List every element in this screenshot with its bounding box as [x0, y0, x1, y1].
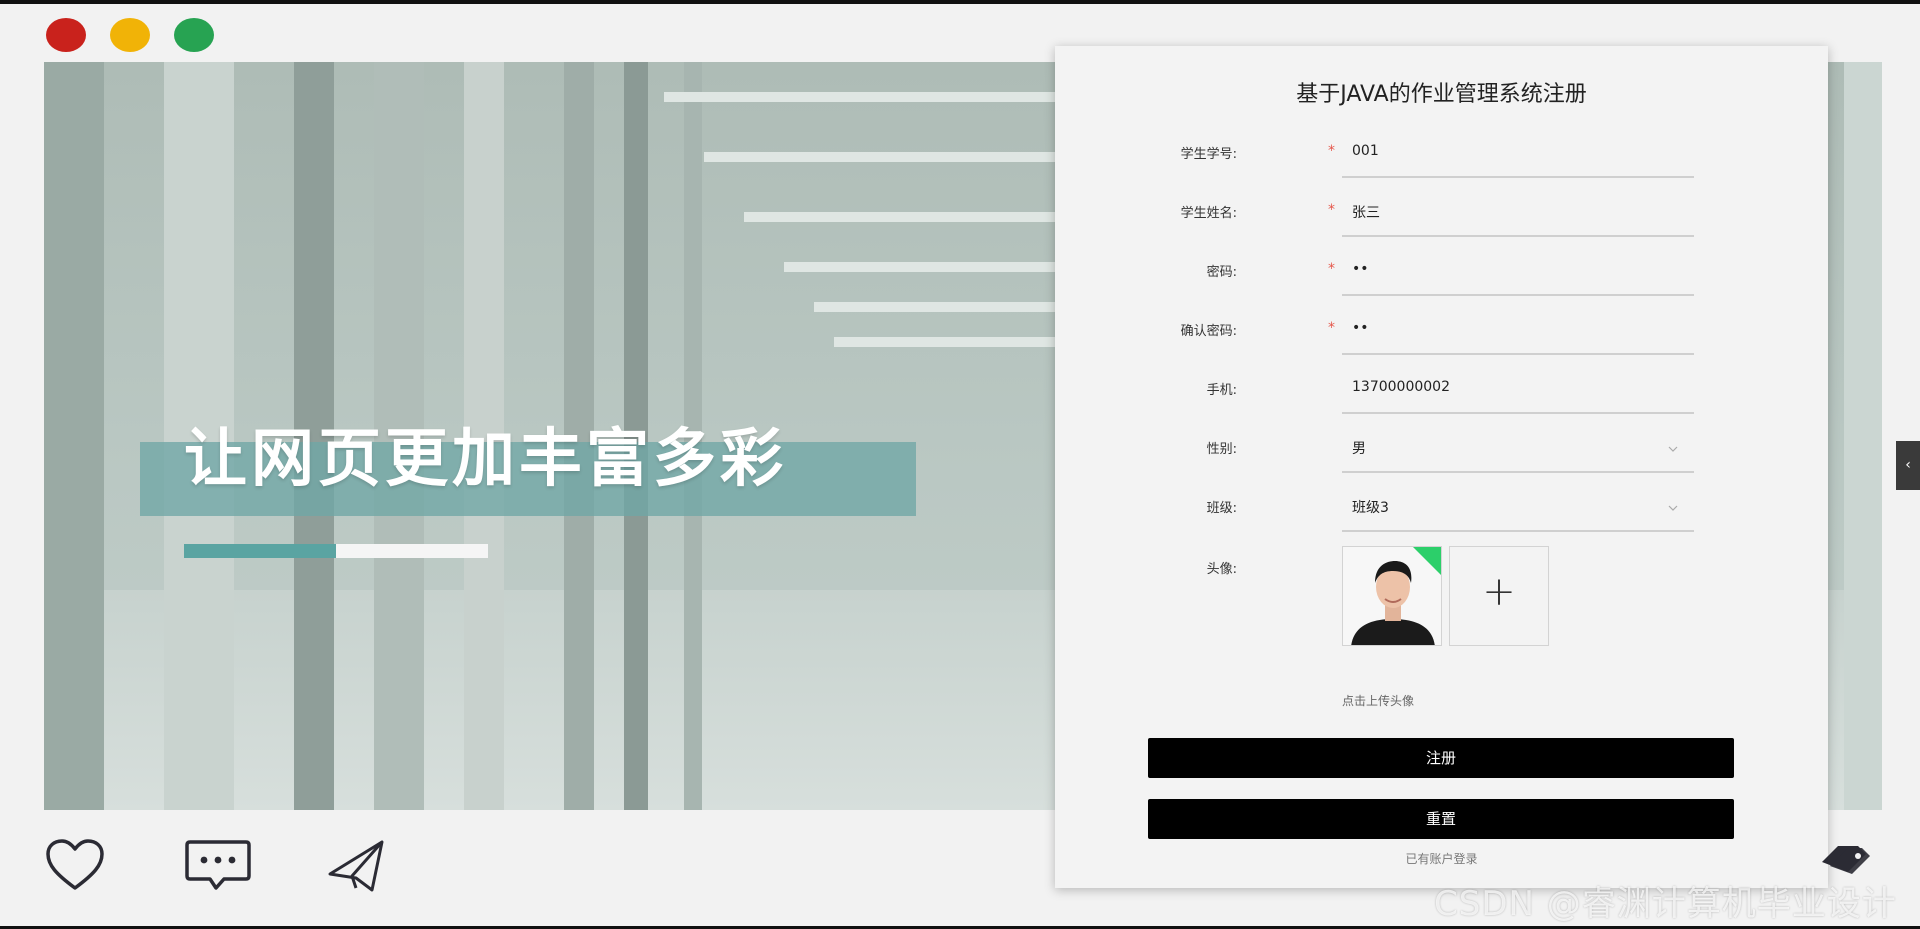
field-label: 确认密码: [1180, 324, 1237, 339]
avatar-thumbnail[interactable] [1342, 546, 1442, 646]
reset-button[interactable]: 重置 [1148, 799, 1734, 839]
top-edge [0, 0, 1920, 4]
field-label: 班级: [1206, 501, 1237, 516]
gender-select[interactable]: 男 [1342, 428, 1694, 473]
required-mark: * [1328, 320, 1335, 336]
register-button[interactable]: 注册 [1148, 738, 1734, 778]
field-label: 密码: [1206, 265, 1237, 280]
ceiling-beam [784, 262, 1084, 272]
slogan-text: 让网页更加丰富多彩 [184, 422, 787, 495]
side-collapse-tab[interactable]: ‹ [1896, 441, 1920, 490]
required-mark: * [1328, 261, 1335, 277]
window-controls [46, 18, 214, 52]
gender-select-value: 男 [1352, 441, 1366, 457]
gender-field: 性别: 男 [1127, 428, 1694, 474]
plus-icon: + [1482, 569, 1516, 615]
field-label: 学生学号: [1180, 147, 1237, 162]
page-title: 基于JAVA的作业管理系统注册 [1296, 82, 1587, 107]
student-name-field: 学生姓名: * 张三 [1127, 192, 1694, 238]
paper-plane-icon[interactable] [326, 838, 388, 894]
register-panel: 基于JAVA的作业管理系统注册 学生学号: * 001 学生姓名: * 张三 密… [1055, 46, 1828, 888]
ceiling-beam [744, 212, 1084, 222]
field-label: 性别: [1206, 442, 1237, 457]
phone-field: 手机: 13700000002 [1127, 369, 1694, 415]
progress-fill [184, 544, 336, 558]
ceiling-beam [664, 92, 1084, 102]
chevron-down-icon [1668, 505, 1678, 511]
student-id-field: 学生学号: * 001 [1127, 133, 1694, 179]
ceiling-beam [834, 337, 1084, 347]
maximize-dot[interactable] [174, 18, 214, 52]
chevron-left-icon: ‹ [1905, 457, 1911, 473]
close-dot[interactable] [46, 18, 86, 52]
upload-tip: 点击上传头像 [1342, 694, 1415, 708]
class-select-value: 班级3 [1352, 500, 1389, 516]
required-mark: * [1328, 143, 1335, 159]
avatar-upload-button[interactable]: + [1449, 546, 1549, 646]
password-field: 密码: * •• [1127, 251, 1694, 297]
minimize-dot[interactable] [110, 18, 150, 52]
slogan-progress-bar [184, 544, 488, 558]
chevron-down-icon [1668, 446, 1678, 452]
field-label: 学生姓名: [1180, 206, 1237, 221]
hero-column [1844, 62, 1882, 810]
student-id-input[interactable]: 001 [1342, 133, 1694, 178]
heart-icon[interactable] [44, 838, 106, 892]
student-name-input[interactable]: 张三 [1342, 192, 1694, 237]
watermark: CSDN @睿渊计算机毕业设计 [1434, 884, 1897, 924]
ceiling-beam [704, 152, 1084, 162]
login-link[interactable]: 已有账户登录 [1055, 850, 1828, 867]
confirm-password-field: 确认密码: * •• [1127, 310, 1694, 356]
phone-input[interactable]: 13700000002 [1342, 369, 1694, 414]
field-label: 手机: [1206, 383, 1237, 398]
chat-bubble-icon[interactable] [184, 838, 252, 894]
class-field: 班级: 班级3 [1127, 487, 1694, 533]
upload-success-corner [1413, 547, 1441, 575]
confirm-password-input[interactable]: •• [1342, 310, 1694, 355]
ceiling-beam [814, 302, 1084, 312]
field-label: 头像: [1206, 562, 1237, 577]
hero-column [44, 62, 104, 810]
class-select[interactable]: 班级3 [1342, 487, 1694, 532]
required-mark: * [1328, 202, 1335, 218]
password-input[interactable]: •• [1342, 251, 1694, 296]
